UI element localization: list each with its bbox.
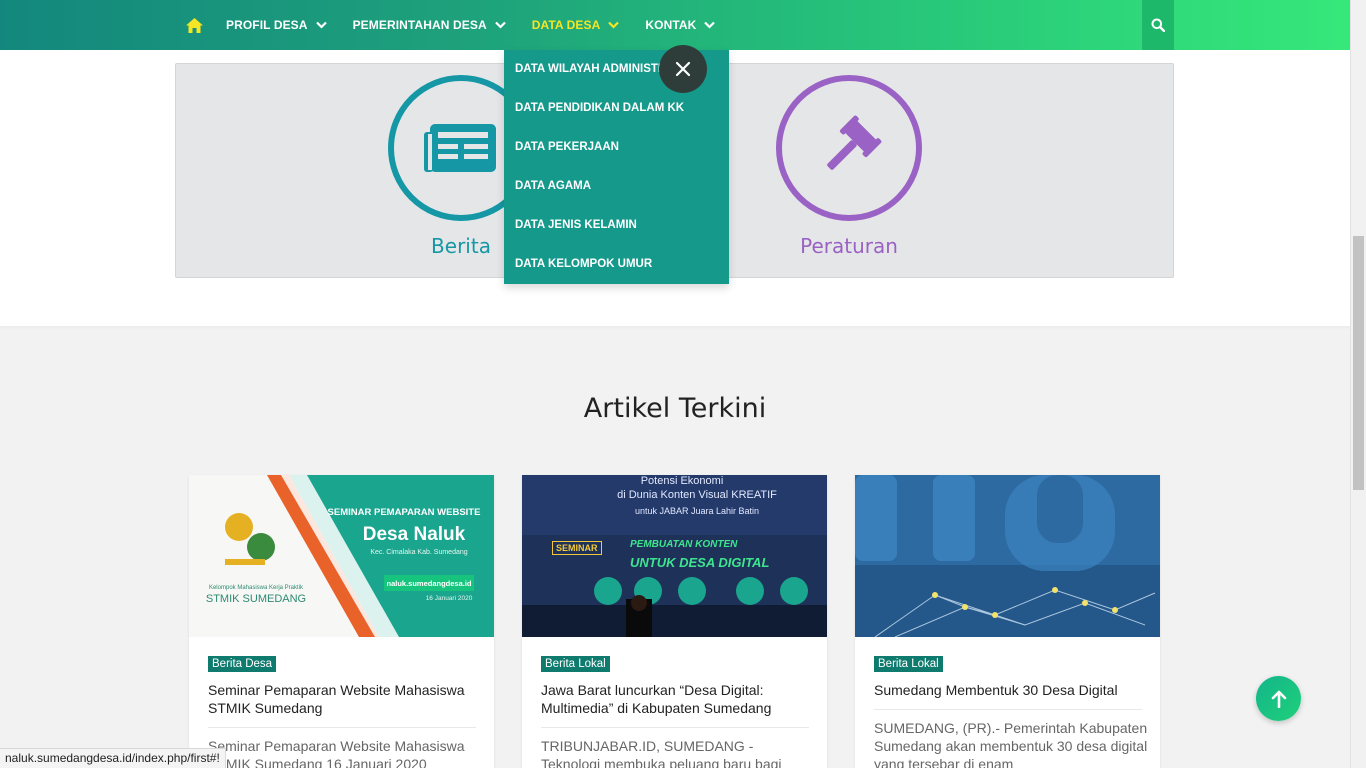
- home-button[interactable]: [175, 0, 213, 50]
- article-thumbnail[interactable]: SEMINAR PEMAPARAN WEBSITE Desa Naluk Kec…: [189, 475, 494, 637]
- nav-pemerintahan-desa[interactable]: PEMERINTAHAN DESA: [340, 0, 519, 50]
- category-badge[interactable]: Berita Desa: [208, 656, 277, 672]
- newspaper-icon: [424, 124, 496, 172]
- article-card[interactable]: Potensi Ekonomi di Dunia Konten Visual K…: [522, 475, 827, 768]
- article-title[interactable]: Sumedang Membentuk 30 Desa Digital: [874, 681, 1149, 699]
- banner-line1: Potensi Ekonomi: [640, 475, 724, 487]
- banner-date: 16 Januari 2020: [425, 595, 473, 602]
- article-excerpt: TRIBUNJABAR.ID, SUMEDANG - Teknologi mem…: [541, 738, 782, 768]
- top-navbar: PROFIL DESA PEMERINTAHAN DESA DATA DESA …: [0, 0, 1350, 50]
- nav-profil-desa[interactable]: PROFIL DESA: [213, 0, 340, 50]
- dropdown-item-agama[interactable]: DATA AGAMA: [515, 180, 695, 192]
- card-divider: [208, 727, 476, 728]
- banner-line2: di Dunia Konten Visual KREATIF: [617, 489, 777, 501]
- nav-kontak[interactable]: KONTAK: [632, 0, 728, 50]
- close-icon: [675, 61, 691, 77]
- article-thumbnail[interactable]: Potensi Ekonomi di Dunia Konten Visual K…: [522, 475, 827, 637]
- feature-label: Peraturan: [800, 234, 898, 258]
- dropdown-item-jenis-kelamin[interactable]: DATA JENIS KELAMIN: [515, 219, 695, 231]
- banner-heading: SEMINAR PEMAPARAN WEBSITE: [327, 507, 481, 518]
- arrow-up-icon: [1271, 690, 1286, 708]
- status-bar-url: naluk.sumedangdesa.id/index.php/first#!: [0, 748, 226, 768]
- home-icon: [185, 17, 203, 33]
- search-icon: [1151, 18, 1165, 32]
- nav-label: DATA DESA: [531, 18, 601, 32]
- article-thumbnail[interactable]: [855, 475, 1160, 637]
- article-card[interactable]: SEMINAR PEMAPARAN WEBSITE Desa Naluk Kec…: [189, 475, 494, 768]
- card-divider: [874, 709, 1142, 710]
- banner-big2: UNTUK DESA DIGITAL: [630, 555, 770, 570]
- scrollbar-thumb[interactable]: [1353, 236, 1364, 490]
- dropdown-item-kelompok-umur[interactable]: DATA KELOMPOK UMUR: [515, 258, 695, 270]
- banner-org-small: Kelompok Mahasiswa Kerja Praktik: [208, 585, 304, 591]
- nav-label: KONTAK: [645, 18, 697, 32]
- article-title[interactable]: Jawa Barat luncurkan “Desa Digital: Mult…: [541, 681, 816, 717]
- article-excerpt: Seminar Pemaparan Website Mahasiswa STMI…: [208, 738, 465, 768]
- chevron-down-icon: [494, 21, 506, 29]
- seminar-banner-image: [189, 475, 494, 637]
- article-excerpt: SUMEDANG, (PR).- Pemerintah Kabupaten Su…: [874, 720, 1148, 768]
- article-title[interactable]: Seminar Pemaparan Website Mahasiswa STMI…: [208, 681, 483, 717]
- feature-circle: [776, 75, 922, 221]
- banner-subtitle: Kec. Cimalaka Kab. Sumedang: [370, 549, 468, 556]
- dropdown-item-pendidikan[interactable]: DATA PENDIDIKAN DALAM KK: [515, 102, 695, 114]
- banner-org: STMIK SUMEDANG: [205, 593, 307, 605]
- banner-tag: SEMINAR: [552, 541, 602, 555]
- gavel-icon: [827, 115, 882, 170]
- feature-peraturan[interactable]: Peraturan: [776, 75, 922, 258]
- nav-menu: PROFIL DESA PEMERINTAHAN DESA DATA DESA …: [175, 0, 728, 50]
- article-card[interactable]: Berita Lokal Sumedang Membentuk 30 Desa …: [855, 475, 1160, 768]
- section-title: Artikel Terkini: [583, 393, 767, 424]
- close-menu-button[interactable]: [659, 45, 707, 93]
- banner-line3: untuk JABAR Juara Lahir Batin: [634, 506, 760, 516]
- chevron-down-icon: [608, 21, 620, 29]
- nav-label: PROFIL DESA: [226, 18, 308, 32]
- chevron-down-icon: [704, 21, 716, 29]
- banner-url: naluk.sumedangdesa.id: [386, 579, 472, 588]
- chevron-down-icon: [315, 21, 327, 29]
- banner-big1: PEMBUATAN KONTEN: [630, 539, 738, 550]
- dropdown-item-pekerjaan[interactable]: DATA PEKERJAAN: [515, 141, 695, 153]
- digital-network-image: [855, 475, 1160, 637]
- category-badge[interactable]: Berita Lokal: [541, 656, 610, 672]
- card-divider: [541, 727, 809, 728]
- scroll-to-top-button[interactable]: [1256, 676, 1301, 721]
- nav-data-desa[interactable]: DATA DESA: [519, 0, 633, 50]
- page-scrollbar[interactable]: [1350, 0, 1366, 768]
- search-button[interactable]: [1142, 0, 1174, 50]
- category-badge[interactable]: Berita Lokal: [874, 656, 943, 672]
- banner-name: Desa Naluk: [362, 524, 466, 545]
- nav-label: PEMERINTAHAN DESA: [352, 18, 487, 32]
